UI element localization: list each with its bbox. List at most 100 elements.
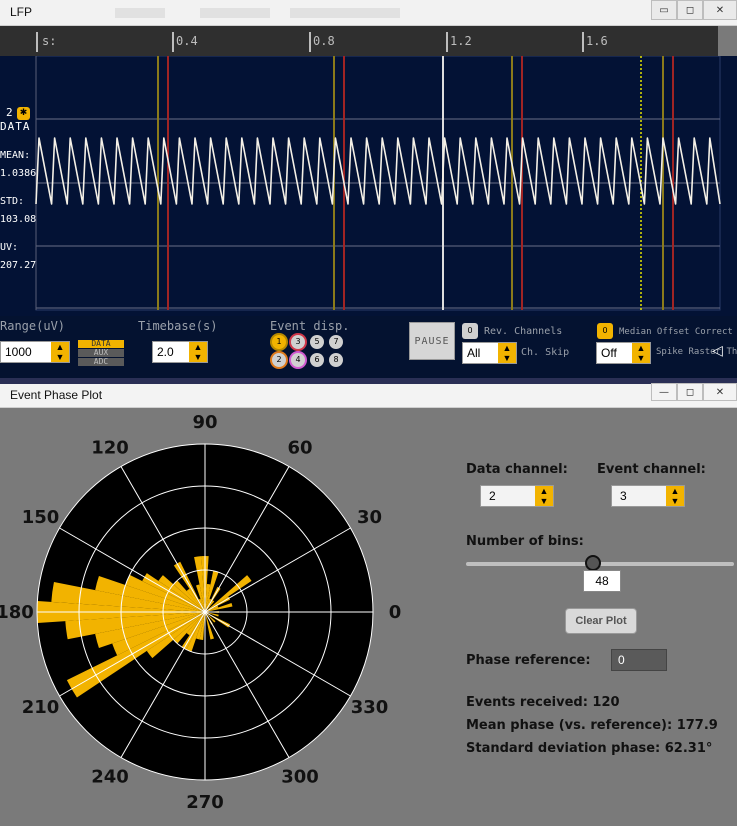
event-phase-body: 0 30 60 90 120 150 180 210 240 270 300 330 Data cha…: [0, 408, 737, 826]
polar-angle-label: 0: [389, 602, 402, 623]
event-button-2[interactable]: 2: [272, 353, 286, 367]
range-type-aux[interactable]: AUX: [78, 349, 124, 357]
phase-reference-label: Phase reference:: [466, 653, 591, 668]
range-type-data[interactable]: DATA: [78, 340, 124, 348]
median-offset-toggle[interactable]: 0: [597, 323, 613, 339]
spike-raster-value: Off: [601, 346, 617, 360]
timebase-value: 2.0: [157, 345, 174, 359]
ch-skip-dropdown[interactable]: All ▲ ▼: [462, 342, 517, 364]
polar-angle-label: 120: [91, 438, 129, 459]
maximize-icon[interactable]: ◻: [677, 383, 703, 401]
timeline-tick-label: 1.2: [450, 34, 472, 48]
dropdown-arrow-icon: ▲ ▼: [189, 342, 207, 362]
rev-channels-label: Rev. Channels: [484, 326, 563, 337]
timebase-dropdown[interactable]: 2.0 ▲ ▼: [152, 341, 208, 363]
channel-data-label: DATA: [0, 120, 31, 133]
std-label: STD:: [0, 196, 25, 207]
range-type-adc[interactable]: ADC: [78, 358, 124, 366]
range-label: Range(uV): [0, 319, 66, 333]
maximize-icon[interactable]: ◻: [677, 0, 703, 20]
polar-angle-label: 270: [186, 792, 224, 813]
polar-angle-label: 180: [0, 602, 34, 623]
event-disp-label: Event disp.: [270, 319, 350, 333]
polar-angle-label: 240: [91, 767, 129, 788]
ghost-text: [290, 8, 400, 18]
median-offset-label: Median Offset Correct: [619, 327, 733, 337]
event-button-8[interactable]: 8: [329, 353, 343, 367]
timebase-label: Timebase(s): [138, 319, 218, 333]
polar-angle-label: 330: [351, 697, 389, 718]
range-dropdown[interactable]: 1000 ▲ ▼: [0, 341, 70, 363]
timeline-ruler[interactable]: s: 0.4 0.8 1.2 1.6: [0, 26, 718, 56]
minimize-icon[interactable]: —: [651, 383, 677, 401]
lfp-waveform: [35, 137, 721, 205]
clear-plot-button[interactable]: Clear Plot: [565, 608, 637, 634]
lfp-window-title: LFP: [10, 5, 33, 19]
lfp-control-bar: Range(uV) 1000 ▲ ▼ DATA AUX ADC Timebase(…: [0, 316, 737, 378]
timeline-tick: [36, 32, 38, 52]
polar-angle-label: 60: [287, 438, 312, 459]
dropdown-arrow-icon: ▲ ▼: [51, 342, 69, 362]
event-channel-select[interactable]: 3 ▲ ▼: [611, 485, 685, 507]
std-phase: Standard deviation phase: 62.31°: [466, 741, 713, 756]
event-button-6[interactable]: 6: [310, 353, 324, 367]
polar-angle-label: 30: [357, 507, 382, 528]
dropdown-arrow-icon: ▲ ▼: [535, 486, 553, 506]
close-icon[interactable]: ✕: [703, 383, 737, 401]
range-value: 1000: [5, 345, 32, 359]
bins-label: Number of bins:: [466, 534, 584, 549]
timeline-prefix: s:: [42, 34, 57, 48]
uv-label: UV:: [0, 242, 19, 253]
event-button-5[interactable]: 5: [310, 335, 324, 349]
polar-histogram: 0 30 60 90 120 150 180 210 240 270 300 330: [0, 412, 402, 813]
close-icon[interactable]: ✕: [703, 0, 737, 20]
event-phase-window-controls: — ◻ ✕: [651, 383, 737, 403]
mean-phase: Mean phase (vs. reference): 177.9: [466, 718, 718, 733]
event-button-7[interactable]: 7: [329, 335, 343, 349]
channel-number: 2: [6, 106, 14, 119]
lfp-window-controls: ▭ ◻ ✕: [651, 0, 737, 20]
timeline-tick: [309, 32, 311, 52]
timeline-tick: [172, 32, 174, 52]
timeline-tick-label: 0.8: [313, 34, 335, 48]
lfp-trace-display[interactable]: 2 ✱ DATA MEAN: 1.0386 STD: 103.08 UV: 20…: [0, 56, 737, 316]
ghost-text: [200, 8, 270, 18]
mean-label: MEAN:: [0, 150, 31, 161]
polar-angle-label: 90: [192, 412, 217, 433]
event-phase-window-title: Event Phase Plot: [10, 388, 103, 402]
timeline-tick: [446, 32, 448, 52]
timeline-tick: [582, 32, 584, 52]
event-button-1[interactable]: 1: [272, 335, 286, 349]
spike-raster-dropdown[interactable]: Off ▲ ▼: [596, 342, 651, 364]
minimize-icon[interactable]: ▭: [651, 0, 677, 20]
dropdown-arrow-icon: ▲ ▼: [632, 343, 650, 363]
mean-value: 1.0386: [0, 168, 37, 179]
data-channel-select[interactable]: 2 ▲ ▼: [480, 485, 554, 507]
phase-reference-input[interactable]: 0: [611, 649, 667, 671]
timeline-tick-label: 0.4: [176, 34, 198, 48]
dropdown-arrow-icon: ▲ ▼: [498, 343, 516, 363]
event-button-3[interactable]: 3: [291, 335, 305, 349]
event-channel-label: Event channel:: [597, 462, 706, 477]
uv-value: 207.27: [0, 260, 37, 271]
data-channel-label: Data channel:: [466, 462, 568, 477]
collapse-icon[interactable]: ◁: [712, 343, 723, 359]
event-phase-titlebar: Event Phase Plot — ◻ ✕: [0, 383, 737, 408]
channel-config-icon[interactable]: ✱: [17, 107, 30, 120]
ghost-text: [115, 8, 165, 18]
pause-button[interactable]: PAUSE: [409, 322, 455, 360]
timeline-tick-label: 1.6: [586, 34, 608, 48]
event-button-4[interactable]: 4: [291, 353, 305, 367]
polar-angle-label: 150: [22, 507, 60, 528]
lfp-trace-svg: [35, 56, 721, 311]
bins-value-box[interactable]: 48: [583, 570, 621, 592]
rev-channels-toggle[interactable]: 0: [462, 323, 478, 339]
polar-angle-label: 300: [281, 767, 319, 788]
bins-slider-handle[interactable]: [585, 555, 602, 571]
ch-skip-label: Ch. Skip: [521, 347, 570, 358]
polar-angle-label: 210: [22, 697, 60, 718]
event-channel-value: 3: [620, 489, 627, 503]
spike-raster-label: Spike Raster Thr: [656, 347, 737, 357]
ch-skip-value: All: [467, 346, 481, 360]
events-received: Events received: 120: [466, 695, 620, 710]
